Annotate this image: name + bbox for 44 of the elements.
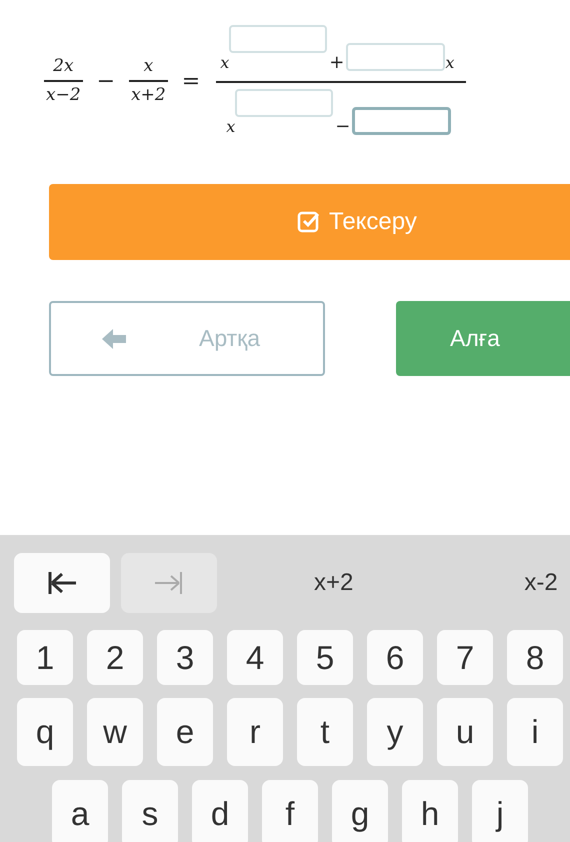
keyboard-key[interactable]: q <box>17 698 73 766</box>
keyboard-key[interactable]: 4 <box>227 630 283 685</box>
keyboard-key[interactable]: i <box>507 698 563 766</box>
math-operator: + <box>329 53 344 73</box>
keyboard-key[interactable]: s <box>122 780 178 842</box>
arrow-to-right-bar-icon <box>155 570 183 596</box>
keyboard-key[interactable]: 6 <box>367 630 423 685</box>
math-operator: − <box>335 117 350 137</box>
keyboard-key[interactable]: 5 <box>297 630 353 685</box>
keyboard-key[interactable]: e <box>157 698 213 766</box>
math-operator: = <box>182 68 200 96</box>
tab-back-key[interactable] <box>14 553 110 613</box>
keyboard-key[interactable]: f <box>262 780 318 842</box>
math-variable: x <box>226 117 236 137</box>
exponent-input[interactable] <box>229 25 328 53</box>
denominator: x−2 <box>45 84 82 107</box>
keyboard-key[interactable]: 2 <box>87 630 143 685</box>
keyboard-key[interactable]: 1 <box>17 630 73 685</box>
keyboard-key[interactable]: 3 <box>157 630 213 685</box>
arrow-left-icon <box>101 328 127 350</box>
keyboard-key[interactable]: d <box>192 780 248 842</box>
keyboard-key[interactable]: h <box>402 780 458 842</box>
math-variable: x <box>445 53 454 73</box>
coefficient-input[interactable] <box>352 107 452 135</box>
numerator: 2x <box>52 54 75 78</box>
math-operator: − <box>96 68 116 96</box>
keyboard-key[interactable]: u <box>437 698 493 766</box>
keyboard-key[interactable]: r <box>227 698 283 766</box>
keyboard-key[interactable]: 8 <box>507 630 563 685</box>
checkbox-icon <box>297 210 321 234</box>
keyboard-key[interactable]: j <box>472 780 528 842</box>
keyboard-key[interactable]: t <box>297 698 353 766</box>
keyboard-key[interactable]: w <box>87 698 143 766</box>
keyboard-key[interactable]: y <box>367 698 423 766</box>
keyboard-key[interactable]: 7 <box>437 630 493 685</box>
keyboard-key[interactable]: g <box>332 780 388 842</box>
math-variable: x <box>220 53 230 73</box>
denominator: x+2 <box>130 84 167 107</box>
arrow-to-left-bar-icon <box>48 570 76 596</box>
keyboard-key[interactable]: x-2 <box>524 553 558 613</box>
keyboard-key[interactable]: x+2 <box>314 553 354 613</box>
exponent-input[interactable] <box>235 89 334 117</box>
keyboard-key[interactable]: a <box>52 780 108 842</box>
numerator: x <box>142 54 154 78</box>
